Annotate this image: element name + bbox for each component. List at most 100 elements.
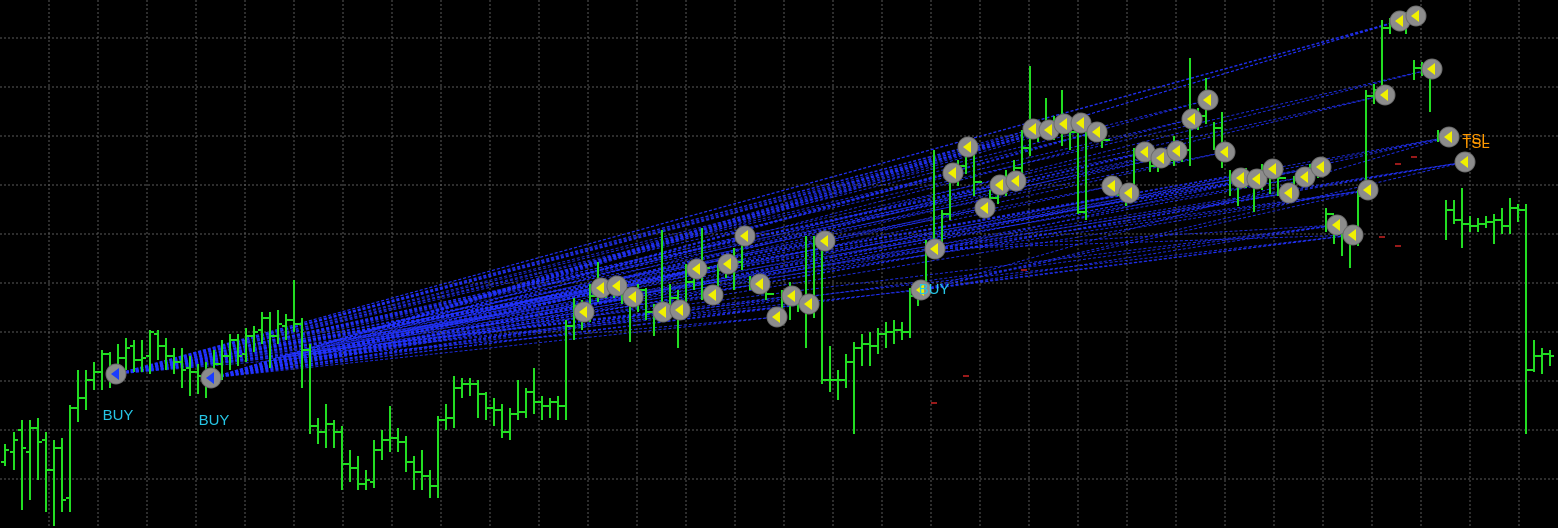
trade-marker[interactable]	[686, 258, 708, 280]
ohlc-bar	[1506, 198, 1514, 234]
trade-marker[interactable]	[957, 136, 979, 158]
trade-marker[interactable]	[798, 293, 820, 315]
ohlc-bar	[850, 342, 858, 434]
ohlc-bar	[1514, 204, 1522, 222]
ohlc-bar	[498, 404, 506, 438]
ohlc-bar	[418, 450, 426, 490]
ohlc-bar	[426, 470, 434, 498]
ohlc-bar	[442, 404, 450, 430]
ohlc-bar	[514, 380, 522, 420]
price-chart[interactable]: BUY BUY BUY TSL TSL	[0, 0, 1558, 528]
ohlc-bar	[290, 280, 298, 332]
ohlc-bar	[882, 322, 890, 348]
trade-line	[210, 128, 1034, 379]
ohlc-bar	[362, 470, 370, 490]
ohlc-bar	[314, 418, 322, 444]
trade-marker[interactable]	[942, 162, 964, 184]
trade-marker[interactable]	[669, 299, 691, 321]
ohlc-bar	[522, 388, 530, 418]
ohlc-bar	[402, 436, 410, 472]
ohlc-bar	[858, 334, 866, 366]
trade-marker[interactable]	[1197, 89, 1219, 111]
trade-marker[interactable]	[105, 363, 127, 385]
ohlc-bar	[450, 376, 458, 428]
tsl-label: TSL	[1462, 135, 1490, 152]
trade-marker[interactable]	[1405, 5, 1427, 27]
trade-line	[115, 68, 1433, 375]
trade-marker[interactable]	[573, 301, 595, 323]
buy-label: BUY	[103, 407, 134, 424]
trade-marker[interactable]	[1118, 182, 1140, 204]
ohlc-bar	[1482, 216, 1490, 228]
trade-marker[interactable]	[622, 286, 644, 308]
trade-lines	[115, 15, 1466, 379]
ohlc-bar	[10, 432, 18, 470]
trade-marker[interactable]	[200, 367, 222, 389]
ohlc-bar	[1, 444, 9, 466]
ohlc-bar	[338, 426, 346, 490]
trade-marker[interactable]	[749, 273, 771, 295]
ohlc-bar	[274, 310, 282, 344]
ohlc-bar	[98, 350, 106, 390]
ohlc-bar	[1530, 340, 1538, 372]
trade-marker[interactable]	[1438, 126, 1460, 148]
trade-marker[interactable]	[766, 306, 788, 328]
trade-line	[115, 189, 1369, 375]
ohlc-bar	[1018, 130, 1026, 176]
ohlc-bar	[154, 330, 162, 360]
trade-marker[interactable]	[717, 253, 739, 275]
trade-line	[920, 224, 1338, 291]
trade-marker[interactable]	[974, 197, 996, 219]
ohlc-bar	[490, 398, 498, 426]
ohlc-bar	[842, 354, 850, 388]
ohlc-bar	[18, 420, 26, 510]
trade-marker[interactable]	[1262, 158, 1284, 180]
ohlc-bar	[1458, 188, 1466, 248]
ohlc-bar	[1026, 66, 1034, 156]
ohlc-bar	[1522, 204, 1530, 434]
trade-marker[interactable]	[1310, 156, 1332, 178]
trade-marker[interactable]	[924, 238, 946, 260]
ohlc-bar	[34, 418, 42, 480]
ohlc-bar	[74, 370, 82, 422]
ohlc-bar	[1538, 348, 1546, 374]
ohlc-bar	[474, 380, 482, 418]
trade-marker[interactable]	[1454, 151, 1476, 173]
ohlc-bar	[530, 368, 538, 414]
trade-marker[interactable]	[1357, 179, 1379, 201]
trade-marker[interactable]	[734, 225, 756, 247]
chart-canvas[interactable]: BUY BUYBUYTSLTSL	[0, 0, 1558, 528]
ohlc-bar	[370, 440, 378, 488]
ohlc-bar	[554, 396, 562, 420]
trade-marker[interactable]	[814, 230, 836, 252]
trade-line	[210, 94, 1386, 379]
ohlc-bar	[90, 362, 98, 390]
ohlc-bar	[562, 320, 570, 420]
trade-line	[115, 161, 1466, 375]
trade-marker[interactable]	[1421, 58, 1443, 80]
ohlc-bar	[138, 340, 146, 372]
ohlc-bar	[346, 450, 354, 482]
ohlc-bar	[82, 370, 90, 410]
trade-marker[interactable]	[1374, 84, 1396, 106]
ohlc-bar	[58, 438, 66, 512]
trade-line	[210, 161, 1466, 379]
ohlc-bar	[1410, 17, 1418, 80]
trade-marker[interactable]	[1086, 121, 1108, 143]
trade-line	[115, 15, 1417, 375]
ohlc-bar	[1466, 216, 1474, 232]
ohlc-bar	[410, 456, 418, 490]
trade-marker[interactable]	[702, 284, 724, 306]
ohlc-bar	[1474, 218, 1482, 232]
trade-marker[interactable]	[1005, 170, 1027, 192]
trade-marker[interactable]	[1181, 108, 1203, 130]
trade-marker[interactable]	[1166, 140, 1188, 162]
ohlc-bar	[834, 370, 842, 400]
ohlc-bar	[546, 398, 554, 418]
ohlc-bar	[330, 420, 338, 448]
trade-marker[interactable]	[1342, 224, 1364, 246]
trade-marker[interactable]	[1278, 182, 1300, 204]
trade-marker[interactable]	[1214, 141, 1236, 163]
ohlc-bar	[898, 322, 906, 340]
price-bars	[1, 12, 1554, 526]
